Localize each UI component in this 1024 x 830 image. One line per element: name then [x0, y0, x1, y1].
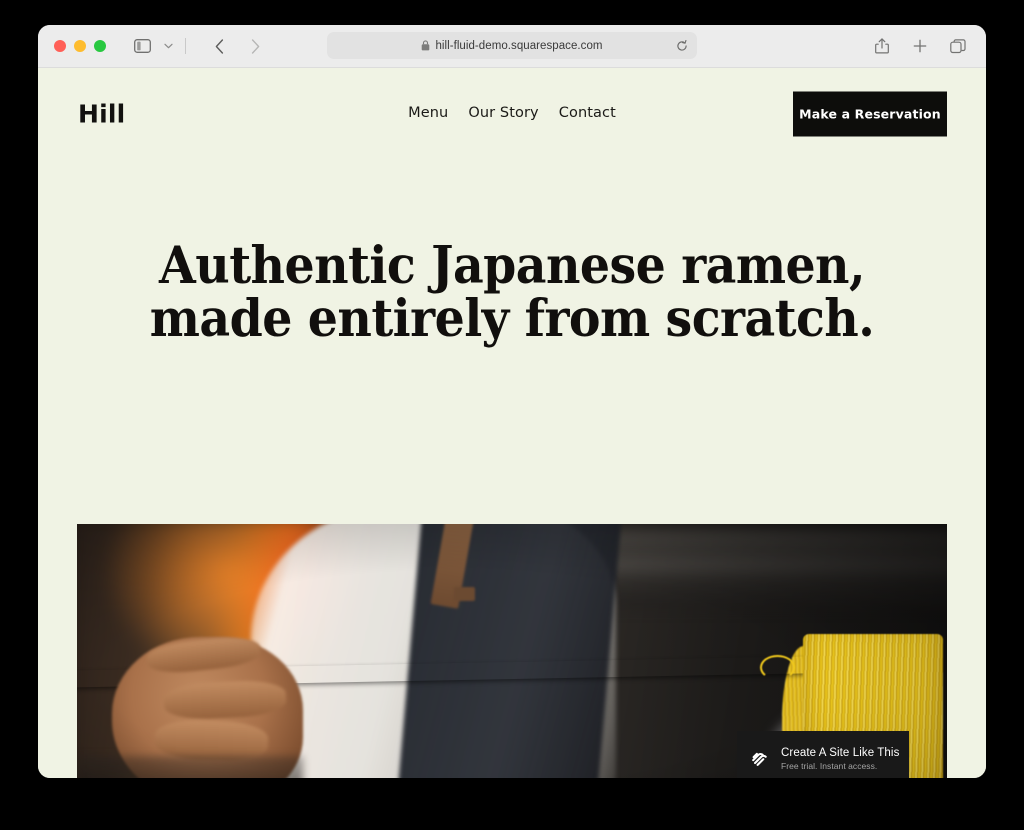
- web-page-content: Hill Menu Our Story Contact Make a Reser…: [38, 68, 986, 778]
- address-bar[interactable]: hill-fluid-demo.squarespace.com: [327, 32, 697, 59]
- plus-icon: [913, 39, 927, 53]
- share-button[interactable]: [868, 33, 896, 59]
- nav-item-menu[interactable]: Menu: [408, 105, 448, 121]
- toolbar-right-controls: [868, 25, 972, 67]
- hero-image: Create A Site Like This Free trial. Inst…: [77, 524, 947, 778]
- tab-overview-button[interactable]: [944, 33, 972, 59]
- hero-section: Authentic Japanese ramen, made entirely …: [38, 160, 986, 346]
- badge-text-block: Create A Site Like This Free trial. Inst…: [781, 747, 899, 771]
- chevron-down-icon: [163, 43, 173, 49]
- forward-arrow-icon: [251, 38, 259, 54]
- hero-headline-line-2: made entirely from scratch.: [149, 289, 875, 350]
- hero-headline-line-1: Authentic Japanese ramen,: [159, 236, 865, 296]
- toolbar-left-controls: [128, 33, 269, 59]
- squarespace-promo-badge[interactable]: Create A Site Like This Free trial. Inst…: [737, 731, 909, 778]
- lock-icon: [421, 40, 430, 51]
- nav-item-our-story[interactable]: Our Story: [468, 105, 538, 121]
- browser-toolbar: hill-fluid-demo.squarespace.com: [38, 25, 986, 68]
- sidebar-icon: [133, 39, 151, 53]
- reload-button[interactable]: [676, 39, 688, 52]
- tab-overview-icon: [950, 38, 966, 53]
- squarespace-logo-icon: [749, 748, 771, 770]
- history-navigation: [205, 33, 269, 59]
- make-a-reservation-button[interactable]: Make a Reservation: [793, 91, 947, 137]
- reload-icon: [677, 39, 687, 51]
- back-arrow-icon: [215, 38, 223, 54]
- forward-button[interactable]: [241, 33, 269, 59]
- badge-title: Create A Site Like This: [781, 746, 900, 759]
- window-traffic-lights: [54, 40, 106, 52]
- sidebar-toggle-button[interactable]: [128, 33, 156, 59]
- zoom-window-button[interactable]: [94, 40, 106, 52]
- site-logo[interactable]: Hill: [78, 100, 125, 129]
- toolbar-divider: [185, 38, 186, 54]
- new-tab-button[interactable]: [906, 33, 934, 59]
- back-button[interactable]: [205, 33, 233, 59]
- address-url-text: hill-fluid-demo.squarespace.com: [435, 39, 603, 52]
- address-bar-container: hill-fluid-demo.squarespace.com: [327, 32, 697, 59]
- share-icon: [875, 38, 889, 54]
- badge-subtitle: Free trial. Instant access.: [781, 760, 878, 771]
- tab-group-dropdown-button[interactable]: [158, 33, 178, 59]
- site-navigation: Menu Our Story Contact: [408, 105, 616, 121]
- desktop-backdrop: hill-fluid-demo.squarespace.com Hill Men…: [0, 0, 1024, 830]
- minimize-window-button[interactable]: [74, 40, 86, 52]
- browser-window: hill-fluid-demo.squarespace.com Hill Men…: [38, 25, 986, 778]
- close-window-button[interactable]: [54, 40, 66, 52]
- nav-item-contact[interactable]: Contact: [559, 105, 616, 121]
- site-header: Hill Menu Our Story Contact Make a Reser…: [38, 68, 986, 160]
- page-title: Authentic Japanese ramen, made entirely …: [71, 239, 953, 350]
